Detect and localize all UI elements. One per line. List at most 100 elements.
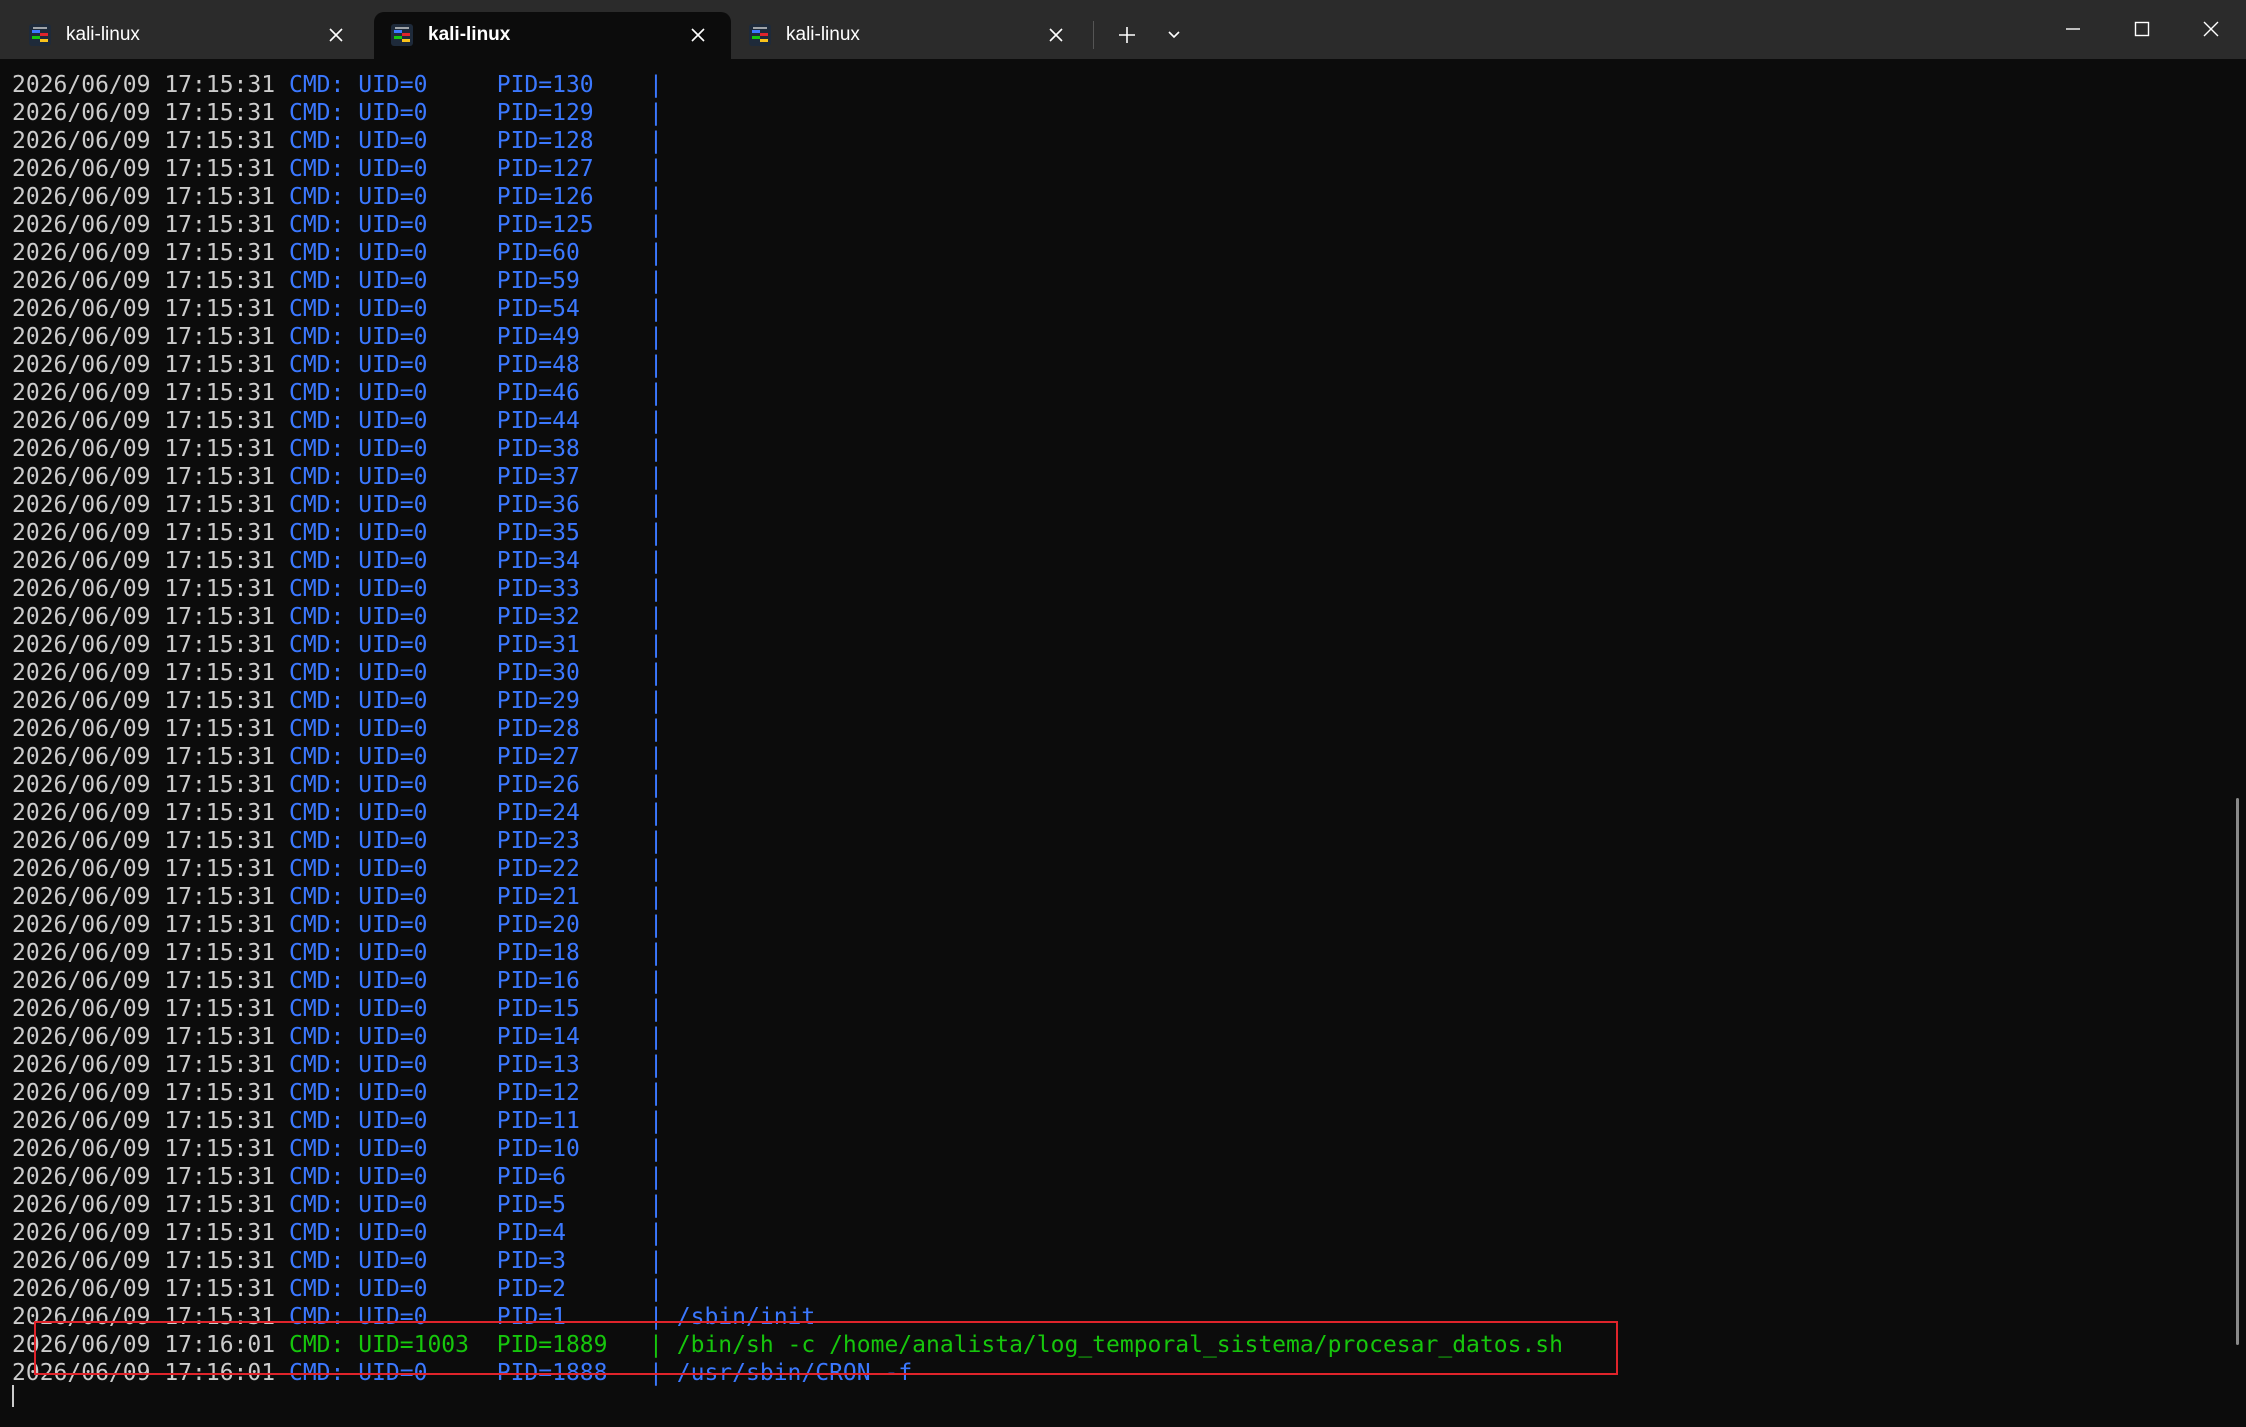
- window-close-button[interactable]: [2177, 0, 2245, 59]
- cmd-label: CMD:: [288, 212, 345, 238]
- column-separator: |: [649, 156, 663, 182]
- new-tab-button[interactable]: [1110, 18, 1144, 52]
- pid-value: PID=33: [496, 576, 580, 602]
- pid-value: PID=1: [496, 1304, 566, 1330]
- pid-value: PID=21: [496, 884, 580, 910]
- timestamp: 2026/06/09 17:15:31: [12, 716, 276, 742]
- column-separator: |: [649, 1192, 663, 1218]
- uid-value: UID=0: [358, 408, 428, 434]
- close-icon[interactable]: [325, 24, 347, 46]
- column-separator: |: [649, 352, 663, 378]
- cmd-label: CMD:: [288, 996, 345, 1022]
- tab-kali-linux-1[interactable]: kali-linux: [12, 12, 369, 59]
- uid-value: UID=0: [358, 1052, 428, 1078]
- cmd-label: CMD:: [288, 576, 345, 602]
- uid-value: UID=0: [358, 324, 428, 350]
- text-cursor: [12, 1385, 14, 1407]
- column-separator: |: [649, 520, 663, 546]
- terminal-line: 2026/06/09 17:15:31 CMD: UID=0 PID=2 |: [12, 1275, 1563, 1303]
- terminal-line: 2026/06/09 17:15:31 CMD: UID=0 PID=33 |: [12, 575, 1563, 603]
- pid-value: PID=12: [496, 1080, 580, 1106]
- cmd-label: CMD:: [288, 744, 345, 770]
- cmd-label: CMD:: [288, 800, 345, 826]
- column-separator: |: [649, 716, 663, 742]
- terminal-line: 2026/06/09 17:15:31 CMD: UID=0 PID=36 |: [12, 491, 1563, 519]
- cmd-label: CMD:: [288, 268, 345, 294]
- minimize-button[interactable]: [2039, 0, 2107, 59]
- column-separator: |: [649, 1052, 663, 1078]
- pid-value: PID=34: [496, 548, 580, 574]
- close-icon[interactable]: [1045, 24, 1067, 46]
- command-text: /usr/sbin/CRON -f: [676, 1360, 913, 1386]
- timestamp: 2026/06/09 17:15:31: [12, 324, 276, 350]
- pid-value: PID=11: [496, 1108, 580, 1134]
- tab-dropdown-button[interactable]: [1157, 18, 1191, 52]
- timestamp: 2026/06/09 17:15:31: [12, 940, 276, 966]
- tab-separator: [1093, 21, 1094, 49]
- cmd-label: CMD:: [288, 604, 345, 630]
- uid-value: UID=0: [358, 1360, 428, 1386]
- uid-value: UID=0: [358, 1080, 428, 1106]
- terminal-line: 2026/06/09 17:15:31 CMD: UID=0 PID=27 |: [12, 743, 1563, 771]
- pid-value: PID=30: [496, 660, 580, 686]
- terminal-line: 2026/06/09 17:15:31 CMD: UID=0 PID=28 |: [12, 715, 1563, 743]
- column-separator: |: [649, 576, 663, 602]
- pid-value: PID=127: [496, 156, 594, 182]
- uid-value: UID=0: [358, 296, 428, 322]
- terminal-line: 2026/06/09 17:16:01 CMD: UID=1003 PID=18…: [12, 1331, 1563, 1359]
- uid-value: UID=0: [358, 912, 428, 938]
- column-separator: |: [649, 184, 663, 210]
- cmd-label: CMD:: [288, 380, 345, 406]
- cmd-label: CMD:: [288, 968, 345, 994]
- column-separator: |: [649, 772, 663, 798]
- column-separator: |: [649, 1360, 663, 1386]
- pid-value: PID=18: [496, 940, 580, 966]
- uid-value: UID=0: [358, 1276, 428, 1302]
- tab-kali-linux-3[interactable]: kali-linux: [732, 12, 1089, 59]
- column-separator: |: [649, 296, 663, 322]
- uid-value: UID=0: [358, 268, 428, 294]
- vertical-scrollbar[interactable]: [2230, 59, 2246, 1427]
- column-separator: |: [649, 828, 663, 854]
- timestamp: 2026/06/09 17:16:01: [12, 1332, 276, 1358]
- uid-value: UID=0: [358, 352, 428, 378]
- cmd-label: CMD:: [288, 128, 345, 154]
- tab-kali-linux-2[interactable]: kali-linux: [374, 12, 731, 59]
- timestamp: 2026/06/09 17:15:31: [12, 1164, 276, 1190]
- cmd-label: CMD:: [288, 1024, 345, 1050]
- uid-value: UID=0: [358, 632, 428, 658]
- pid-value: PID=4: [496, 1220, 566, 1246]
- uid-value: UID=0: [358, 576, 428, 602]
- terminal-output[interactable]: 2026/06/09 17:15:31 CMD: UID=0 PID=130 |…: [0, 59, 2230, 1427]
- terminal-line: 2026/06/09 17:15:31 CMD: UID=0 PID=29 |: [12, 687, 1563, 715]
- column-separator: |: [649, 548, 663, 574]
- uid-value: UID=0: [358, 156, 428, 182]
- uid-value: UID=1003: [358, 1332, 469, 1358]
- timestamp: 2026/06/09 17:15:31: [12, 884, 276, 910]
- maximize-button[interactable]: [2108, 0, 2176, 59]
- timestamp: 2026/06/09 17:15:31: [12, 1248, 276, 1274]
- pid-value: PID=14: [496, 1024, 580, 1050]
- pid-value: PID=128: [496, 128, 594, 154]
- timestamp: 2026/06/09 17:15:31: [12, 828, 276, 854]
- column-separator: |: [649, 1108, 663, 1134]
- uid-value: UID=0: [358, 240, 428, 266]
- command-text: /sbin/init: [676, 1304, 816, 1330]
- uid-value: UID=0: [358, 1192, 428, 1218]
- cmd-label: CMD:: [288, 1276, 345, 1302]
- column-separator: |: [649, 744, 663, 770]
- timestamp: 2026/06/09 17:15:31: [12, 744, 276, 770]
- timestamp: 2026/06/09 17:15:31: [12, 1220, 276, 1246]
- close-icon[interactable]: [687, 24, 709, 46]
- column-separator: |: [649, 1248, 663, 1274]
- command-text: /bin/sh -c /home/analista/log_temporal_s…: [676, 1332, 1563, 1358]
- cmd-label: CMD:: [288, 296, 345, 322]
- terminal-line: 2026/06/09 17:15:31 CMD: UID=0 PID=32 |: [12, 603, 1563, 631]
- pid-value: PID=5: [496, 1192, 566, 1218]
- scrollbar-thumb[interactable]: [2236, 798, 2239, 1345]
- cmd-label: CMD:: [288, 1220, 345, 1246]
- uid-value: UID=0: [358, 520, 428, 546]
- column-separator: |: [649, 996, 663, 1022]
- terminal-line: 2026/06/09 17:15:31 CMD: UID=0 PID=30 |: [12, 659, 1563, 687]
- column-separator: |: [649, 1024, 663, 1050]
